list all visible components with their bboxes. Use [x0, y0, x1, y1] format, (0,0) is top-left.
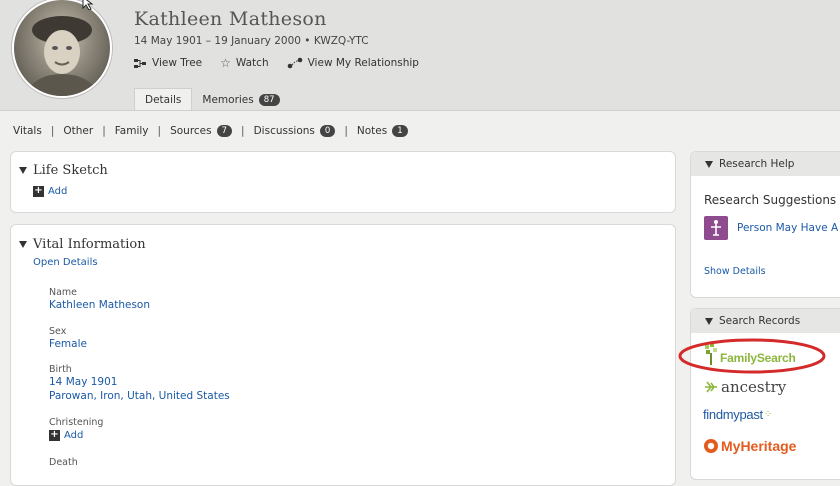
person-photo[interactable] — [12, 0, 112, 98]
myheritage-link[interactable]: MyHeritage — [703, 438, 796, 454]
show-details-link[interactable]: Show Details — [704, 266, 766, 277]
view-relationship-link[interactable]: View My Relationship — [287, 56, 419, 70]
collapse-triangle-icon — [705, 317, 713, 325]
findmypast-label: findmypast — [703, 407, 763, 422]
plus-icon: + — [49, 429, 60, 441]
discussions-count-badge: 0 — [319, 125, 336, 137]
vital-info-header[interactable]: Vital Information — [19, 237, 146, 252]
life-sketch-add-label: Add — [48, 186, 68, 197]
research-suggestion-icon — [704, 216, 728, 240]
section-nav: Vitals | Other | Family | Sources 7 | Dis… — [13, 125, 408, 137]
nav-notes-label: Notes — [356, 125, 388, 137]
tree-icon — [134, 58, 146, 68]
collapse-triangle-icon — [19, 167, 27, 174]
notes-count-badge: 1 — [392, 125, 408, 137]
sex-label: Sex — [49, 326, 67, 337]
view-tree-link[interactable]: View Tree — [134, 56, 202, 70]
header-actions: View Tree ☆ Watch View My Relationship — [134, 56, 419, 70]
research-help-card: Research Help Research Suggestions Perso… — [690, 151, 840, 298]
life-sketch-add[interactable]: + Add — [33, 186, 67, 197]
view-tree-label: View Tree — [152, 57, 203, 69]
findmypast-link[interactable]: findmypast ⁘ — [703, 407, 772, 422]
nav-vitals[interactable]: Vitals — [13, 125, 42, 137]
nav-family[interactable]: Family — [115, 125, 149, 137]
collapse-triangle-icon — [705, 160, 713, 168]
myheritage-logo-icon — [704, 439, 718, 453]
ancestry-leaf-icon — [705, 381, 717, 393]
nav-vitals-label: Vitals — [13, 125, 42, 137]
name-value[interactable]: Kathleen Matheson — [49, 299, 150, 311]
nav-family-label: Family — [114, 125, 149, 137]
research-help-title: Research Help — [719, 158, 795, 170]
nav-separator: | — [102, 125, 106, 137]
watch-link[interactable]: ☆ Watch — [220, 56, 268, 70]
vital-info-card: Vital Information Open Details Name Kath… — [10, 224, 676, 486]
highlight-circle — [678, 338, 826, 374]
person-tabs: Details Memories 87 — [134, 88, 290, 110]
nav-other[interactable]: Other — [63, 125, 93, 137]
life-sketch-title: Life Sketch — [33, 163, 108, 178]
nav-separator: | — [344, 125, 348, 137]
christening-add-label: Add — [64, 430, 84, 441]
findmypast-dots-icon: ⁘ — [763, 409, 773, 420]
death-label: Death — [49, 457, 78, 468]
sources-count-badge: 7 — [216, 125, 233, 137]
nav-sources-label: Sources — [170, 125, 212, 137]
nav-discussions-label: Discussions — [253, 125, 315, 137]
nav-other-label: Other — [63, 125, 94, 137]
search-records-card: Search Records FamilySearch ancestry fin… — [678, 308, 840, 480]
nav-separator: | — [50, 125, 55, 137]
nav-discussions[interactable]: Discussions 0 — [254, 125, 336, 137]
view-relationship-label: View My Relationship — [307, 57, 419, 69]
person-lifespan: 14 May 1901 – 19 January 2000 • KWZQ-YTC — [134, 35, 369, 47]
person-name: Kathleen Matheson — [134, 8, 327, 30]
vital-info-title: Vital Information — [33, 237, 146, 252]
search-records-title: Search Records — [719, 315, 801, 327]
mouse-cursor-icon — [82, 0, 94, 10]
life-sketch-card: Life Sketch + Add — [10, 151, 676, 213]
birth-date[interactable]: 14 May 1901 — [49, 376, 117, 388]
christening-label: Christening — [49, 417, 104, 428]
tab-memories[interactable]: Memories 87 — [192, 88, 289, 110]
birth-label: Birth — [49, 364, 72, 375]
search-records-header[interactable]: Search Records — [705, 315, 800, 327]
life-sketch-header[interactable]: Life Sketch — [19, 163, 108, 178]
relationship-icon — [287, 57, 302, 69]
nav-sources[interactable]: Sources 7 — [170, 125, 233, 137]
person-header: Kathleen Matheson 14 May 1901 – 19 Janua… — [0, 0, 840, 111]
name-label: Name — [49, 287, 78, 298]
research-suggestion-item[interactable]: Person May Have A — [737, 222, 838, 234]
ancestry-label: ancestry — [721, 378, 787, 396]
myheritage-label: MyHeritage — [721, 438, 797, 454]
research-help-header[interactable]: Research Help — [705, 158, 794, 170]
open-details-link[interactable]: Open Details — [33, 257, 98, 268]
christening-add[interactable]: + Add — [49, 430, 83, 441]
collapse-triangle-icon — [19, 241, 27, 248]
nav-separator: | — [241, 125, 245, 137]
watch-label: Watch — [235, 57, 269, 69]
birth-place[interactable]: Parowan, Iron, Utah, United States — [49, 390, 230, 402]
tab-memories-label: Memories — [202, 93, 254, 106]
tab-details[interactable]: Details — [134, 88, 193, 110]
nav-notes[interactable]: Notes 1 — [357, 125, 408, 137]
plus-icon: + — [33, 185, 44, 197]
ancestry-link[interactable]: ancestry — [703, 378, 786, 396]
sex-value[interactable]: Female — [49, 338, 87, 350]
star-icon: ☆ — [220, 56, 231, 70]
memories-count-badge: 87 — [258, 93, 280, 106]
nav-separator: | — [157, 125, 162, 137]
tab-details-label: Details — [145, 94, 182, 106]
research-suggestions-heading: Research Suggestions — [704, 193, 837, 207]
